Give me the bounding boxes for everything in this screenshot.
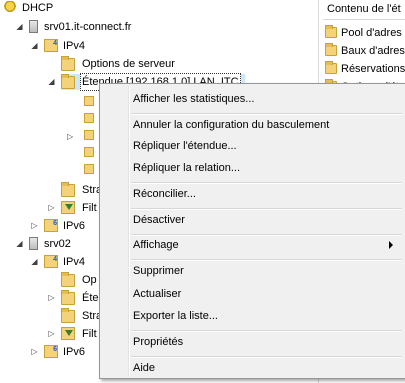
content-item-label: Pool d'adres xyxy=(341,27,402,39)
ipv4-icon xyxy=(44,252,58,268)
menu-item-deactivate[interactable]: Désactiver xyxy=(133,210,185,230)
collapse-icon[interactable]: ◢ xyxy=(47,77,56,86)
menu-item-cancel-failover[interactable]: Annuler la configuration du basculement xyxy=(133,115,329,135)
menu-item-export-list[interactable]: Exporter la liste... xyxy=(133,306,218,326)
ipv6-icon xyxy=(44,216,58,232)
context-menu: Afficher les statistiques... Annuler la … xyxy=(99,83,405,379)
collapse-icon[interactable]: ◢ xyxy=(15,239,24,248)
tree-node-label: IPv6 xyxy=(63,220,86,232)
tree-node-label: IPv6 xyxy=(63,346,86,358)
lease-icon xyxy=(84,113,94,123)
folder-icon xyxy=(325,25,337,38)
content-item-label: Réservations xyxy=(341,63,405,75)
menu-item-reconcile[interactable]: Réconcilier... xyxy=(133,184,196,204)
tree-node-label: Options de serveur xyxy=(82,58,175,70)
folder-icon xyxy=(61,182,75,197)
submenu-arrow-icon xyxy=(389,241,393,249)
tree-node-label: srv02 xyxy=(44,238,71,250)
menu-item-delete[interactable]: Supprimer xyxy=(133,261,184,281)
expand-icon[interactable]: ▷ xyxy=(47,329,56,338)
collapse-icon[interactable]: ◢ xyxy=(15,22,24,31)
tree-node-label: Filt xyxy=(82,202,97,214)
filter-icon xyxy=(61,201,75,214)
folder-icon xyxy=(61,290,75,305)
expand-icon[interactable]: ▷ xyxy=(30,347,39,356)
menu-item-help[interactable]: Aide xyxy=(133,358,155,378)
policy-icon xyxy=(84,164,94,174)
pool-icon xyxy=(84,96,94,106)
expand-icon[interactable]: ▷ xyxy=(67,132,73,141)
tree-node-label: Éte xyxy=(82,292,99,304)
server-icon xyxy=(29,20,38,33)
folder-icon xyxy=(325,61,337,74)
folder-icon xyxy=(325,43,337,56)
collapse-icon[interactable]: ◢ xyxy=(30,257,39,266)
tree-node-label: Filt xyxy=(82,328,97,340)
tree-node-label: IPv4 xyxy=(63,40,86,52)
menu-item-view[interactable]: Affichage xyxy=(133,235,179,255)
tree-node-label: Op xyxy=(82,274,97,286)
tree-node-label: IPv4 xyxy=(63,256,86,268)
tree-node-label: DHCP xyxy=(22,2,54,14)
expand-icon[interactable]: ▷ xyxy=(30,221,39,230)
menu-item-refresh[interactable]: Actualiser xyxy=(133,284,181,304)
expand-icon[interactable]: ▷ xyxy=(47,203,56,212)
folder-icon xyxy=(61,272,75,287)
reservation-icon xyxy=(84,130,94,140)
folder-icon xyxy=(61,56,75,71)
content-column-header[interactable]: Contenu de l'ét xyxy=(323,0,405,20)
tree-node-label: srv01.it-connect.fr xyxy=(44,21,132,33)
folder-icon xyxy=(61,74,75,89)
ipv4-icon xyxy=(44,36,58,52)
option-icon xyxy=(84,147,94,157)
expand-icon[interactable]: ▷ xyxy=(47,293,56,302)
menu-item-replicate-relation[interactable]: Répliquer la relation... xyxy=(133,158,240,178)
collapse-icon[interactable]: ◢ xyxy=(30,41,39,50)
folder-icon xyxy=(61,308,75,323)
server-icon xyxy=(29,237,38,250)
filter-icon xyxy=(61,327,75,340)
menu-item-replicate-scope[interactable]: Répliquer l'étendue... xyxy=(133,136,237,156)
menu-separator xyxy=(131,356,402,358)
dhcp-icon xyxy=(3,1,17,14)
ipv6-icon xyxy=(44,342,58,358)
content-item-label: Baux d'adres xyxy=(341,45,405,57)
menu-item-show-statistics[interactable]: Afficher les statistiques... xyxy=(133,89,254,109)
menu-item-properties[interactable]: Propriétés xyxy=(133,332,183,352)
menu-icon-gutter xyxy=(128,86,130,376)
